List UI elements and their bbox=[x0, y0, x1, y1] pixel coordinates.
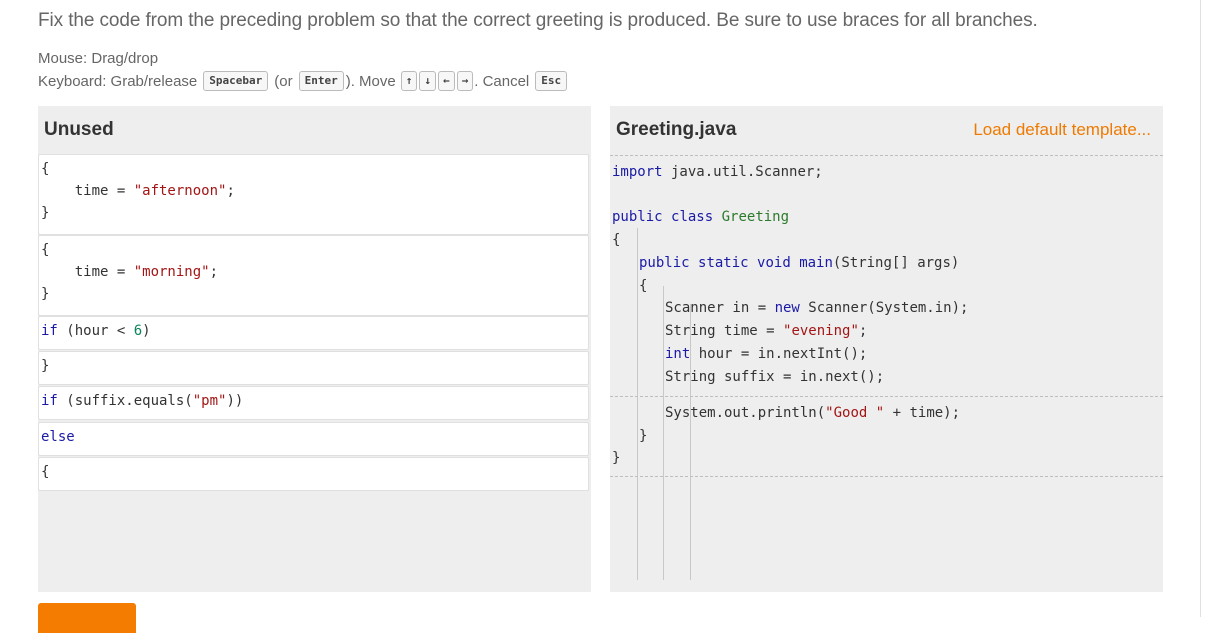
or-label: (or bbox=[274, 72, 293, 90]
block-line: if (suffix.equals("pm")) bbox=[41, 393, 244, 409]
main-open-brace[interactable]: { bbox=[639, 275, 647, 298]
block-line: if (hour < 6) bbox=[41, 323, 151, 339]
class-open-brace[interactable]: { bbox=[612, 229, 620, 252]
unused-title: Unused bbox=[44, 119, 114, 140]
right-arrow-key: → bbox=[456, 71, 474, 91]
spacebar-key: Spacebar bbox=[203, 71, 269, 91]
drop-zone-divider bbox=[610, 476, 1163, 477]
main-declaration[interactable]: public static void main(String[] args) bbox=[639, 252, 959, 275]
esc-key: Esc bbox=[535, 71, 568, 91]
main-close-brace[interactable]: } bbox=[639, 425, 647, 448]
editor-panel[interactable]: Greeting.java Load default template... i… bbox=[610, 106, 1163, 592]
left-arrow-key: ← bbox=[437, 71, 455, 91]
unused-panel[interactable]: Unused { time = "afternoon"; } { time = … bbox=[38, 106, 591, 592]
block-line: } bbox=[41, 205, 50, 221]
indent-guide bbox=[637, 228, 638, 580]
drop-zone-divider bbox=[610, 396, 1163, 397]
code-block-else[interactable]: else bbox=[38, 422, 589, 456]
scanner-line[interactable]: Scanner in = new Scanner(System.in); bbox=[665, 297, 968, 320]
code-block-if-suffix[interactable]: if (suffix.equals("pm")) bbox=[38, 386, 589, 420]
check-button[interactable] bbox=[38, 603, 136, 633]
keyboard-label: Keyboard: Grab/release bbox=[38, 72, 198, 90]
down-arrow-key: ↓ bbox=[419, 71, 436, 91]
import-line[interactable]: import java.util.Scanner; bbox=[612, 161, 823, 184]
block-line: } bbox=[41, 286, 50, 302]
suffix-declaration-line[interactable]: String suffix = in.next(); bbox=[665, 366, 884, 389]
class-close-brace[interactable]: } bbox=[612, 447, 620, 470]
block-line: { bbox=[41, 242, 50, 258]
page-scrollbar[interactable] bbox=[1200, 0, 1201, 617]
block-line: } bbox=[41, 358, 50, 374]
time-declaration-line[interactable]: String time = "evening"; bbox=[665, 320, 867, 343]
print-line[interactable]: System.out.println("Good " + time); bbox=[665, 402, 960, 425]
mouse-label: Mouse: Drag/drop bbox=[38, 50, 159, 67]
block-line: { bbox=[41, 464, 50, 480]
editor-filename: Greeting.java bbox=[616, 119, 737, 140]
block-line: { bbox=[41, 161, 50, 177]
load-default-template-link[interactable]: Load default template... bbox=[973, 120, 1151, 140]
hour-declaration-line[interactable]: int hour = in.nextInt(); bbox=[665, 343, 867, 366]
enter-key: Enter bbox=[298, 71, 344, 91]
block-line: time = "afternoon"; bbox=[41, 183, 235, 199]
code-block-open-brace[interactable]: { bbox=[38, 457, 589, 491]
block-line: else bbox=[41, 429, 75, 445]
code-block-afternoon[interactable]: { time = "afternoon"; } bbox=[38, 154, 589, 235]
drop-zone-divider bbox=[610, 155, 1163, 156]
code-block-if-hour[interactable]: if (hour < 6) bbox=[38, 316, 589, 350]
code-block-morning[interactable]: { time = "morning"; } bbox=[38, 235, 589, 316]
cancel-label: . Cancel bbox=[474, 72, 530, 90]
problem-prompt: Fix the code from the preceding problem … bbox=[38, 10, 1038, 31]
class-declaration[interactable]: public class Greeting bbox=[612, 206, 789, 229]
indent-guide bbox=[663, 286, 664, 580]
block-line: time = "morning"; bbox=[41, 264, 219, 280]
up-arrow-key: ↑ bbox=[400, 71, 418, 91]
keyboard-instructions: Keyboard: Grab/release Spacebar (or Ente… bbox=[38, 71, 569, 91]
move-label: ). Move bbox=[345, 72, 396, 90]
mouse-instructions: Mouse: Drag/drop bbox=[38, 50, 158, 67]
code-block-close-brace[interactable]: } bbox=[38, 351, 589, 385]
